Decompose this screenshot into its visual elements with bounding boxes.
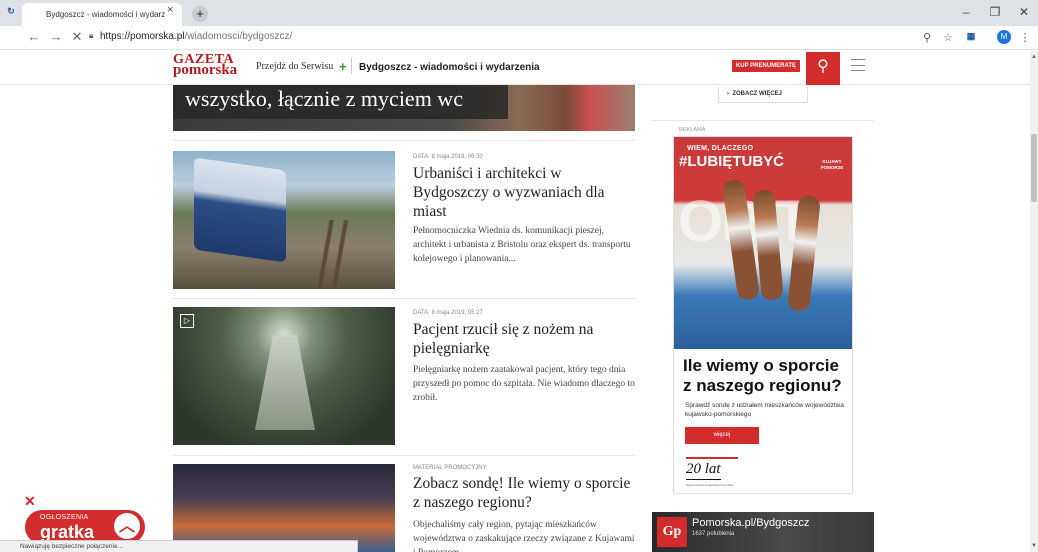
site-logo-wordmark[interactable]: pomorska — [173, 63, 237, 78]
url-field[interactable]: https://pomorska.pl/wiadomosci/bydgoszcz… — [100, 31, 292, 42]
forward-icon[interactable]: → — [49, 30, 63, 44]
top-article-title[interactable]: wszystko, łącznie z myciem wc — [185, 86, 463, 112]
browser-tab[interactable]: Bydgoszcz - wiadomości i wydarz — [22, 3, 182, 26]
ad-kicker: WIEM, DLACZEGO — [687, 145, 754, 152]
article-excerpt: Pielęgniarkę nożem zaatakował pacjent, k… — [413, 365, 635, 403]
ad-subline: Sprawdź sondę z udziałem mieszkańców woj… — [685, 402, 844, 418]
article-title[interactable]: Urbaniści i architekci w Bydgoszczy o wy… — [413, 164, 638, 221]
anniversary-logo: 20 lat — [686, 461, 721, 480]
user-icon: ⚲ — [817, 58, 829, 75]
close-icon[interactable]: ✕ — [24, 493, 36, 510]
scroll-up-icon[interactable]: ▲ — [1031, 54, 1037, 60]
zoom-icon[interactable]: ⚲ — [920, 31, 934, 44]
ad-label: REKLAMA — [679, 127, 706, 133]
promo-label: MATERIAŁ PROMOCYJNY — [413, 465, 487, 471]
ad-hashtag: #LUBIĘTUBYĆ — [679, 153, 785, 170]
ad-headline: Ile wiemy o sporcie z naszego regionu? — [683, 356, 842, 395]
tram-graphic — [194, 157, 286, 263]
hamburger-menu-icon[interactable] — [851, 59, 865, 71]
rails-graphic — [300, 220, 360, 288]
go-to-service-link[interactable]: Przejdź do Serwisu — [256, 61, 333, 72]
divider — [173, 298, 635, 299]
divider — [173, 455, 635, 456]
header-divider — [351, 58, 352, 74]
stop-loading-icon[interactable]: ✕ — [70, 30, 84, 44]
extension-icon[interactable]: ▦ — [964, 31, 978, 42]
gp-logo: Gp — [657, 517, 687, 547]
scrollbar-thumb[interactable] — [1031, 134, 1037, 202]
classifieds-label: OGŁOSZENIA — [40, 514, 89, 521]
anniversary-caption: Województwo Kujawsko-Pomorskie — [686, 483, 734, 487]
article-excerpt: Pełnomocniczka Wiednia ds. komunikacji p… — [413, 226, 631, 264]
maximize-icon[interactable]: ❐ — [985, 5, 1005, 19]
chevron-right-icon: › — [727, 91, 729, 97]
back-icon[interactable]: ← — [27, 30, 41, 44]
article-excerpt: Objechaliśmy cały region, pytając mieszk… — [413, 520, 635, 552]
video-play-icon[interactable]: ▷ — [180, 314, 194, 328]
profile-avatar[interactable]: M — [997, 30, 1011, 44]
subscribe-button[interactable]: KUP PRENUMERATĘ — [732, 60, 800, 72]
plus-icon[interactable]: + — [339, 59, 347, 74]
scrollbar[interactable] — [1030, 51, 1038, 552]
lock-icon[interactable]: 🔒︎ — [89, 31, 93, 41]
article-title[interactable]: Zobacz sondę! Ile wiemy o sporcie z nasz… — [413, 474, 638, 512]
article-date: DATA: 8 maja 2019, 05:27 — [413, 310, 483, 316]
new-tab-button[interactable]: + — [192, 6, 208, 22]
section-title: Bydgoszcz - wiadomości i wydarzenia — [359, 62, 540, 73]
see-more-button[interactable]: › ZOBACZ WIĘCEJ — [718, 87, 808, 103]
facebook-likes: 1637 polubienia — [692, 531, 735, 537]
tab-close-icon[interactable]: × — [167, 4, 173, 16]
facebook-page-name[interactable]: Pomorska.pl/Bydgoszcz — [692, 517, 809, 529]
ad-brand: KUJAWY POMORZE — [820, 159, 844, 170]
article-thumbnail-runners[interactable] — [173, 464, 395, 552]
loading-favicon-icon: ↻ — [7, 6, 15, 16]
sidebar-divider — [652, 120, 874, 121]
window-close-icon[interactable]: ✕ — [1014, 5, 1034, 19]
divider — [173, 140, 635, 141]
ad-more-button[interactable]: więcej — [685, 427, 759, 444]
scroll-down-icon[interactable]: ▼ — [1031, 543, 1037, 549]
chevron-up-icon[interactable]: ︿ — [114, 513, 140, 539]
article-title[interactable]: Pacjent rzucił się z nożem na pielęgniar… — [413, 320, 638, 358]
article-date: DATA: 8 maja 2019, 06:30 — [413, 154, 483, 160]
anniversary-accent — [686, 457, 738, 459]
user-account-button[interactable]: ⚲ — [806, 52, 840, 85]
minimize-icon[interactable]: – — [956, 5, 976, 19]
browser-status-bar: Nawiązuję bezpieczne połączenie... — [0, 540, 358, 552]
bookmark-star-icon[interactable]: ☆ — [941, 31, 955, 44]
browser-menu-icon[interactable]: ⋮ — [1018, 31, 1032, 44]
